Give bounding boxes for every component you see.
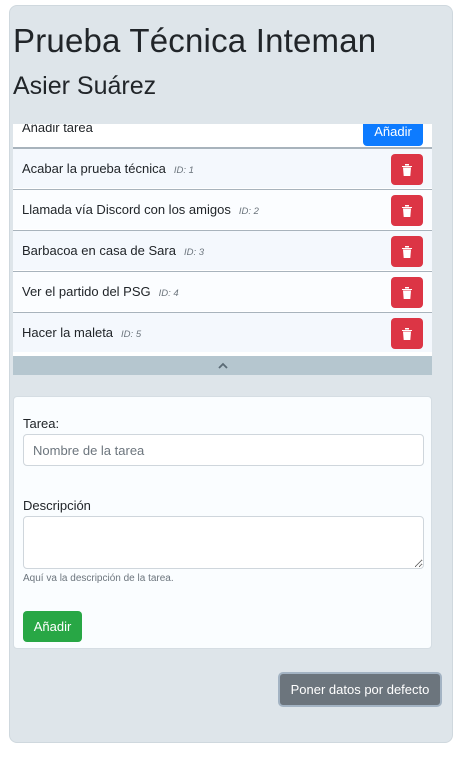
list-header-add-button[interactable]: Añadir	[363, 124, 423, 146]
trash-icon	[402, 245, 412, 258]
task-id: ID: 4	[158, 288, 179, 299]
task-id: ID: 3	[183, 247, 204, 258]
task-name: Hacer la maleta ID: 5	[22, 325, 142, 340]
page-title: Prueba Técnica Inteman	[13, 22, 377, 59]
task-row: Acabar la prueba técnica ID: 1	[13, 148, 432, 188]
description-label: Descripción	[23, 498, 91, 513]
delete-button[interactable]	[391, 277, 423, 308]
description-textarea[interactable]	[23, 516, 424, 569]
task-row: Ver el partido del PSG ID: 4	[13, 271, 432, 311]
task-name: Ver el partido del PSG ID: 4	[22, 284, 179, 299]
task-name: Llamada vía Discord con los amigos ID: 2	[22, 202, 259, 217]
add-task-button[interactable]: Añadir	[23, 611, 82, 642]
default-data-button[interactable]: Poner datos por defecto	[278, 672, 442, 707]
trash-icon	[402, 327, 412, 340]
list-header-row: Añadir tarea Añadir	[13, 124, 432, 148]
task-name: Acabar la prueba técnica ID: 1	[22, 161, 194, 176]
trash-icon	[402, 204, 412, 217]
delete-button[interactable]	[391, 318, 423, 349]
task-row: Barbacoa en casa de Sara ID: 3	[13, 230, 432, 270]
page-subtitle: Asier Suárez	[13, 72, 157, 100]
delete-button[interactable]	[391, 195, 423, 226]
trash-icon	[402, 286, 412, 299]
task-id: ID: 2	[238, 206, 259, 217]
task-label: Tarea:	[23, 416, 60, 431]
delete-button[interactable]	[391, 154, 423, 185]
description-help-text: Aquí va la descripción de la tarea.	[23, 573, 174, 584]
task-form: Tarea: Descripción Aquí va la descripció…	[13, 396, 432, 649]
list-header-label: Añadir tarea	[22, 124, 93, 135]
task-id: ID: 1	[173, 165, 194, 176]
chevron-up-icon	[217, 362, 228, 369]
task-list[interactable]: Añadir tarea Añadir Acabar la prueba téc…	[13, 124, 432, 372]
collapse-toggle[interactable]	[13, 356, 432, 375]
task-row: Llamada vía Discord con los amigos ID: 2	[13, 189, 432, 229]
trash-icon	[402, 163, 412, 176]
task-id: ID: 5	[121, 329, 142, 340]
delete-button[interactable]	[391, 236, 423, 267]
task-row: Hacer la maleta ID: 5	[13, 312, 432, 352]
task-name-input[interactable]	[23, 434, 424, 466]
task-name: Barbacoa en casa de Sara ID: 3	[22, 243, 204, 258]
